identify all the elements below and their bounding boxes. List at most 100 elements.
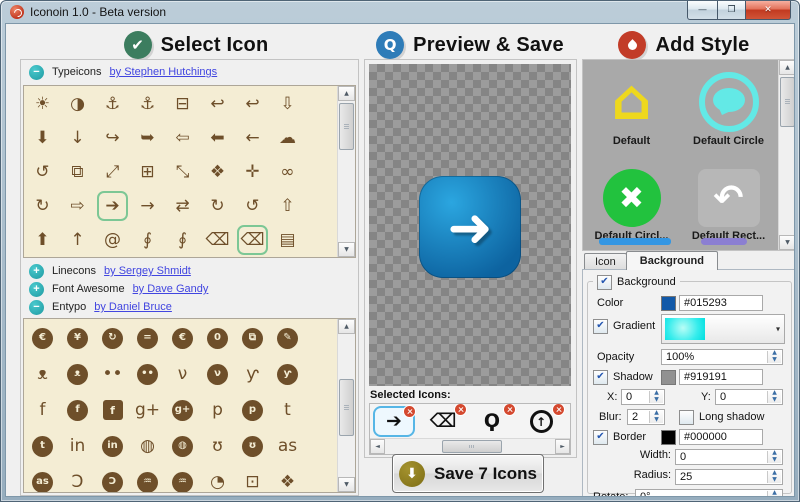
arrow-left[interactable]: ⬅ [200, 121, 235, 155]
style-preset-partial[interactable] [599, 238, 671, 245]
style-preset-partial[interactable] [701, 238, 747, 245]
cc-nd[interactable]: = [130, 320, 165, 356]
arrow-right[interactable]: ➔ [373, 405, 416, 437]
arrow-up[interactable]: ⬆ [25, 223, 60, 257]
opacity-field[interactable]: 100% ▲ ▼ [661, 349, 783, 365]
battery-high[interactable]: ▥ [60, 257, 95, 258]
close-button[interactable]: ✕ [746, 1, 791, 20]
stumbleupon-circle[interactable]: ʊ [235, 428, 270, 464]
upload-circle[interactable]: ↑ [520, 404, 565, 437]
scroll-up-button[interactable]: ▲ [338, 86, 355, 101]
scroll-down-button[interactable]: ▼ [338, 477, 355, 492]
shadow-checkbox[interactable]: ✔ [593, 369, 608, 385]
picasa[interactable]: ◔ [200, 464, 235, 492]
archive[interactable]: ⊟ [165, 87, 200, 121]
pinterest[interactable]: p [200, 392, 235, 428]
github[interactable]: ᴥ [25, 356, 60, 392]
radius-spinner[interactable]: ▲ ▼ [767, 470, 781, 483]
typeicons-scrollbar[interactable]: ▲ ▼ [337, 86, 355, 257]
x-field[interactable]: 0 ▲ ▼ [621, 389, 665, 405]
scroll-left-button[interactable]: ◄ [370, 439, 385, 454]
arrow-forward[interactable]: ➥ [130, 121, 165, 155]
arrow-left-outline[interactable]: ⇦ [165, 121, 200, 155]
arrow-minimise[interactable]: ⤡ [165, 155, 200, 189]
spotify-circle[interactable]: ♒ [165, 464, 200, 492]
scroll-thumb[interactable] [339, 379, 354, 436]
arrow-sync[interactable]: ↺ [235, 189, 270, 223]
minimize-button[interactable]: — [687, 1, 718, 20]
facebook[interactable]: f [25, 392, 60, 428]
arrow-maximise-outline[interactable]: ⧉ [60, 155, 95, 189]
arrow-down-thin[interactable]: ↓ [60, 121, 95, 155]
gradient-dropdown[interactable]: ▾ [661, 314, 785, 344]
tab-icon[interactable]: Icon [584, 253, 627, 270]
fontawesome-author-link[interactable]: by Dave Gandy [133, 283, 209, 295]
color-swatch[interactable] [661, 296, 676, 311]
adjust-contrast[interactable]: ◑ [60, 87, 95, 121]
lastfm-circle[interactable]: as [25, 464, 60, 492]
color-value-field[interactable]: #015293 [679, 295, 763, 311]
arrow-right-thin[interactable]: → [130, 189, 165, 223]
scroll-down-button[interactable]: ▼ [338, 242, 355, 257]
beaker[interactable]: ⌛ [165, 257, 200, 258]
opacity-spinner[interactable]: ▲ ▼ [767, 350, 781, 363]
scroll-right-button[interactable]: ► [555, 439, 570, 454]
gradient-checkbox[interactable]: ✔ [593, 318, 608, 334]
arrow-repeat[interactable]: ↻ [25, 189, 60, 223]
pinterest-circle[interactable]: p [235, 392, 270, 428]
remove-icon-badge[interactable] [503, 404, 516, 416]
vimeo-circle[interactable]: ν [200, 356, 235, 392]
collapse-typeicons-button[interactable]: − [29, 64, 44, 80]
google-plus[interactable]: g+ [130, 392, 165, 428]
remove-icon-badge[interactable] [403, 405, 416, 418]
blur-field[interactable]: 2 ▲ ▼ [627, 409, 665, 425]
arrow-loop-outline[interactable]: ☁ [270, 121, 305, 155]
remove-icon-badge[interactable] [454, 404, 467, 416]
rotate-spinner[interactable]: ▲▼ [767, 490, 781, 496]
dropbox[interactable]: ❖ [270, 464, 305, 492]
github-circle[interactable]: ᴥ [60, 356, 95, 392]
y-field[interactable]: 0 ▲ ▼ [715, 389, 783, 405]
cc-remix[interactable]: ✎ [270, 320, 305, 356]
expand-fontawesome-button[interactable]: + [29, 281, 44, 297]
attachment[interactable]: ∮ [130, 223, 165, 257]
x-spinner[interactable]: ▲ ▼ [649, 390, 663, 403]
strip-scrollbar[interactable]: ◄ ► [370, 438, 570, 454]
scroll-thumb[interactable] [442, 440, 502, 453]
preset-default[interactable]: ⌂ Default [583, 60, 680, 149]
arrow-forward-outline[interactable]: ↪ [95, 121, 130, 155]
arrow-shuffle[interactable]: ⇄ [165, 189, 200, 223]
scroll-up-button[interactable]: ▲ [779, 60, 794, 75]
rdio[interactable]: Ɔ [60, 464, 95, 492]
battery-mid[interactable]: ▣ [130, 257, 165, 258]
adjust-brightness[interactable]: ☀ [25, 87, 60, 121]
width-spinner[interactable]: ▲ ▼ [767, 450, 781, 463]
cc-zero[interactable]: 0 [200, 320, 235, 356]
google-plus-circle[interactable]: g+ [165, 392, 200, 428]
tumblr[interactable]: t [270, 392, 305, 428]
attachment-outline[interactable]: ∮ [165, 223, 200, 257]
linkedin[interactable]: in [60, 428, 95, 464]
arrow-left-thin[interactable]: ← [235, 121, 270, 155]
at-symbol[interactable]: @ [95, 223, 130, 257]
scroll-up-button[interactable]: ▲ [338, 319, 355, 334]
cc-euro[interactable]: € [25, 320, 60, 356]
rdio-circle[interactable]: Ɔ [95, 464, 130, 492]
arrow-minimise-outline[interactable]: ⊞ [130, 155, 165, 189]
cc-yen[interactable]: ¥ [60, 320, 95, 356]
arrow-back-outline[interactable]: ↩ [200, 87, 235, 121]
flickr-circle[interactable]: •• [130, 356, 165, 392]
arrow-down[interactable]: ⬇ [25, 121, 60, 155]
arrow-loop[interactable]: ↺ [25, 155, 60, 189]
pointer[interactable]: ➢ [569, 406, 570, 437]
linkedin-circle[interactable]: in [95, 428, 130, 464]
border-value-field[interactable]: #000000 [679, 429, 763, 445]
backspace[interactable]: ⌫ [422, 404, 467, 437]
arrow-repeat-outline[interactable]: ∞ [270, 155, 305, 189]
twitter[interactable]: ƴ [235, 356, 270, 392]
arrow-right[interactable]: ➔ [95, 189, 130, 223]
facebook-square[interactable]: f [95, 392, 130, 428]
flickr[interactable]: •• [95, 356, 130, 392]
maximize-button[interactable]: ❐ [718, 1, 746, 20]
cc-sa[interactable]: ↻ [95, 320, 130, 356]
